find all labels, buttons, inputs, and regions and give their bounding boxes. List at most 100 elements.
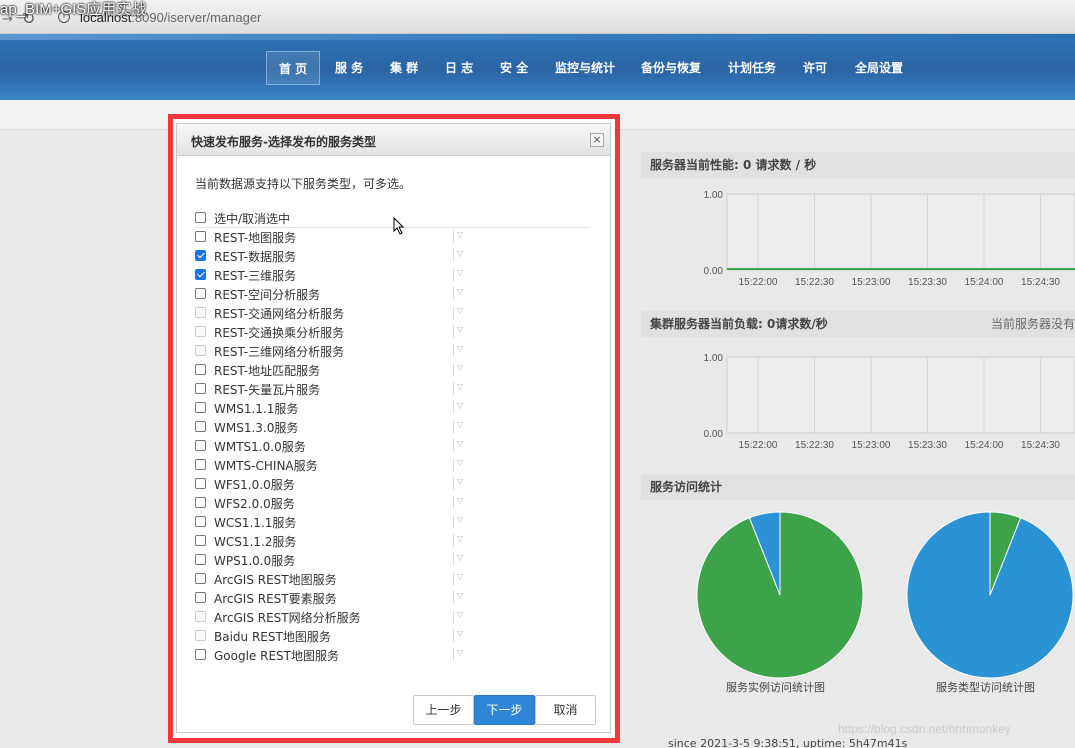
- option-divider: [453, 382, 454, 395]
- service-type-option[interactable]: REST-数据服务 ▽: [195, 247, 590, 266]
- service-type-option[interactable]: WCS1.1.1服务 ▽: [195, 513, 590, 532]
- option-dropdown-icon[interactable]: ▽: [457, 382, 463, 391]
- service-type-option[interactable]: Google REST地图服务 ▽: [195, 646, 590, 665]
- option-divider: [453, 553, 454, 566]
- next-button[interactable]: 下一步: [474, 695, 535, 725]
- option-label: REST-矢量瓦片服务: [214, 383, 321, 397]
- cluster-x-tick: 15:23:00: [852, 440, 891, 451]
- service-type-option[interactable]: REST-三维网络分析服务 ▽: [195, 342, 590, 361]
- option-divider: [453, 325, 454, 338]
- option-dropdown-icon[interactable]: ▽: [457, 629, 463, 638]
- service-type-option[interactable]: REST-空间分析服务 ▽: [195, 285, 590, 304]
- option-checkbox[interactable]: [195, 250, 206, 261]
- option-checkbox[interactable]: [195, 497, 206, 508]
- option-label: WMTS1.0.0服务: [214, 440, 306, 454]
- option-dropdown-icon[interactable]: ▽: [457, 439, 463, 448]
- option-checkbox[interactable]: [195, 459, 206, 470]
- cancel-button[interactable]: 取消: [535, 695, 596, 725]
- service-type-option[interactable]: WPS1.0.0服务 ▽: [195, 551, 590, 570]
- option-dropdown-icon[interactable]: ▽: [457, 344, 463, 353]
- nav-item[interactable]: 服 务: [335, 51, 363, 85]
- service-type-option[interactable]: WFS1.0.0服务 ▽: [195, 475, 590, 494]
- option-dropdown-icon[interactable]: ▽: [457, 515, 463, 524]
- nav-item[interactable]: 许可: [803, 51, 827, 85]
- option-divider: [453, 515, 454, 528]
- service-type-option[interactable]: ArcGIS REST地图服务 ▽: [195, 570, 590, 589]
- option-divider: [453, 572, 454, 585]
- service-type-option[interactable]: REST-地址匹配服务 ▽: [195, 361, 590, 380]
- service-type-option[interactable]: WCS1.1.2服务 ▽: [195, 532, 590, 551]
- option-checkbox[interactable]: [195, 288, 206, 299]
- nav-item[interactable]: 首 页: [266, 51, 321, 85]
- service-type-option[interactable]: ArcGIS REST网络分析服务 ▽: [195, 608, 590, 627]
- nav-item[interactable]: 监控与统计: [555, 51, 615, 85]
- option-dropdown-icon[interactable]: ▽: [457, 249, 463, 258]
- option-checkbox[interactable]: [195, 231, 206, 242]
- service-type-option[interactable]: WMTS-CHINA服务 ▽: [195, 456, 590, 475]
- option-checkbox[interactable]: [195, 573, 206, 584]
- cluster-x-tick: 15:22:30: [795, 440, 834, 451]
- option-checkbox[interactable]: [195, 592, 206, 603]
- option-checkbox[interactable]: [195, 554, 206, 565]
- nav-item[interactable]: 备份与恢复: [641, 51, 701, 85]
- option-dropdown-icon[interactable]: ▽: [457, 325, 463, 334]
- service-type-option[interactable]: WMS1.3.0服务 ▽: [195, 418, 590, 437]
- option-dropdown-icon[interactable]: ▽: [457, 477, 463, 486]
- option-divider: [453, 249, 454, 262]
- option-checkbox[interactable]: [195, 269, 206, 280]
- service-type-option[interactable]: ArcGIS REST要素服务 ▽: [195, 589, 590, 608]
- option-checkbox[interactable]: [195, 535, 206, 546]
- option-checkbox[interactable]: [195, 402, 206, 413]
- option-checkbox[interactable]: [195, 478, 206, 489]
- service-type-option[interactable]: WMTS1.0.0服务 ▽: [195, 437, 590, 456]
- option-dropdown-icon[interactable]: ▽: [457, 401, 463, 410]
- nav-item[interactable]: 安 全: [500, 51, 528, 85]
- service-type-option[interactable]: REST-三维服务 ▽: [195, 266, 590, 285]
- perf-panel-title: 服务器当前性能: 0 请求数 / 秒: [641, 152, 1075, 178]
- option-dropdown-icon[interactable]: ▽: [457, 306, 463, 315]
- service-type-option[interactable]: WFS2.0.0服务 ▽: [195, 494, 590, 513]
- pie-slice[interactable]: [900, 505, 1075, 685]
- option-label: WCS1.1.2服务: [214, 535, 297, 549]
- nav-item[interactable]: 全局设置: [855, 51, 903, 85]
- option-dropdown-icon[interactable]: ▽: [457, 591, 463, 600]
- option-label: REST-空间分析服务: [214, 288, 321, 302]
- cluster-x-tick: 15:23:30: [908, 440, 947, 451]
- perf-plot-area: [726, 193, 1075, 271]
- nav-item[interactable]: 集 群: [390, 51, 418, 85]
- option-checkbox[interactable]: [195, 649, 206, 660]
- option-dropdown-icon[interactable]: ▽: [457, 268, 463, 277]
- option-checkbox[interactable]: [195, 516, 206, 527]
- option-dropdown-icon[interactable]: ▽: [457, 458, 463, 467]
- service-type-option[interactable]: REST-交通网络分析服务 ▽: [195, 304, 590, 323]
- cluster-title-text: 集群服务器当前负载: 0请求数/秒: [650, 317, 828, 331]
- service-type-option[interactable]: Baidu REST地图服务 ▽: [195, 627, 590, 646]
- option-dropdown-icon[interactable]: ▽: [457, 230, 463, 239]
- option-dropdown-icon[interactable]: ▽: [457, 553, 463, 562]
- prev-button[interactable]: 上一步: [413, 695, 474, 725]
- cluster-x-tick: 15:24:30: [1021, 440, 1060, 451]
- option-dropdown-icon[interactable]: ▽: [457, 610, 463, 619]
- option-checkbox[interactable]: [195, 440, 206, 451]
- nav-item[interactable]: 计划任务: [728, 51, 776, 85]
- option-checkbox[interactable]: [195, 421, 206, 432]
- close-icon[interactable]: ×: [590, 133, 604, 147]
- service-type-option[interactable]: REST-交通换乘分析服务 ▽: [195, 323, 590, 342]
- perf-x-tick: 15:22:00: [739, 277, 778, 288]
- service-type-option[interactable]: WMS1.1.1服务 ▽: [195, 399, 590, 418]
- option-dropdown-icon[interactable]: ▽: [457, 287, 463, 296]
- option-dropdown-icon[interactable]: ▽: [457, 363, 463, 372]
- service-type-option[interactable]: REST-矢量瓦片服务 ▽: [195, 380, 590, 399]
- option-dropdown-icon[interactable]: ▽: [457, 648, 463, 657]
- option-dropdown-icon[interactable]: ▽: [457, 572, 463, 581]
- option-dropdown-icon[interactable]: ▽: [457, 534, 463, 543]
- option-checkbox[interactable]: [195, 364, 206, 375]
- option-checkbox[interactable]: [195, 383, 206, 394]
- browser-toolbar: → ↻ i localhost:8090/iserver/manager: [0, 0, 1075, 34]
- option-dropdown-icon[interactable]: ▽: [457, 496, 463, 505]
- nav-item[interactable]: 日 志: [445, 51, 473, 85]
- option-dropdown-icon[interactable]: ▽: [457, 420, 463, 429]
- option-label: REST-交通网络分析服务: [214, 307, 345, 321]
- select-all-checkbox[interactable]: [195, 212, 206, 223]
- option-divider: [453, 287, 454, 300]
